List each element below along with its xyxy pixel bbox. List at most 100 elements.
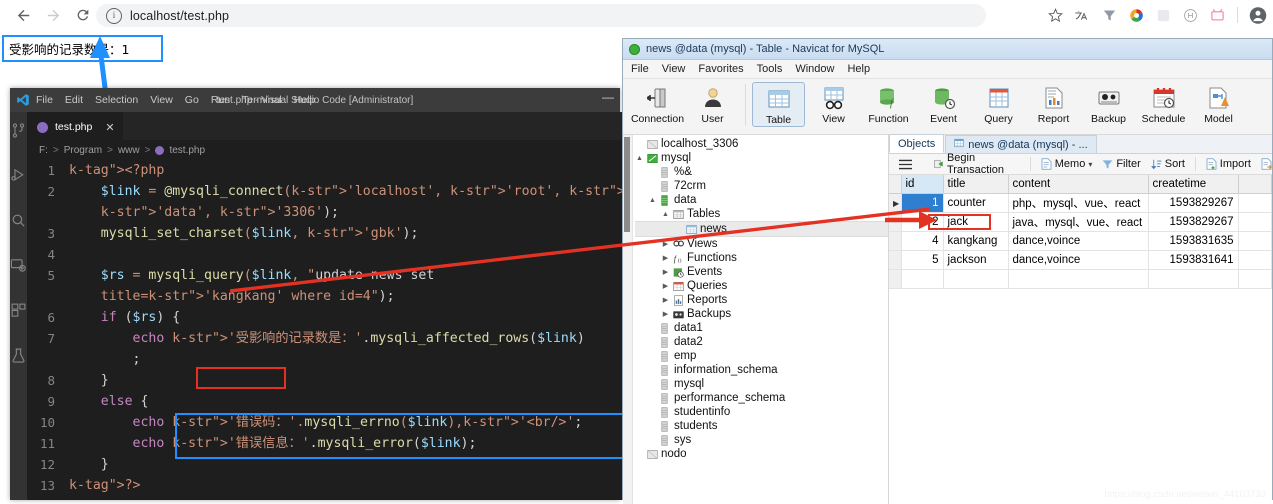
site-info-icon[interactable]: i [106, 7, 122, 24]
forward-arrow-icon[interactable] [40, 2, 66, 28]
column-header-title[interactable]: title [943, 175, 1009, 194]
tree-item-backups[interactable]: ▶ Backups [635, 307, 888, 321]
vscode-menu-terminal[interactable]: Terminal [242, 94, 282, 106]
tree-item-studentinfo[interactable]: studentinfo [635, 405, 888, 419]
tree-item-students[interactable]: students [635, 419, 888, 433]
ribbon-button-report[interactable]: Report [1027, 82, 1080, 125]
tree-item-data1[interactable]: data1 [635, 321, 888, 335]
ribbon-button-backup[interactable]: Backup [1082, 82, 1135, 125]
table-row[interactable]: 5 jackson dance,voince 1593831641 [889, 250, 1272, 270]
row-marker[interactable] [889, 269, 902, 289]
tree-item-tables[interactable]: ▲ Tables [635, 207, 888, 221]
row-marker[interactable] [889, 212, 902, 232]
vscode-menu-file[interactable]: File [36, 94, 53, 106]
filter-button[interactable]: Filter [1102, 158, 1141, 170]
table-row[interactable]: ▶ 1 counter php、mysql、vue、react 1593829267 [889, 193, 1272, 213]
ribbon-button-function[interactable]: f Function [862, 82, 915, 125]
row-marker[interactable] [889, 231, 902, 251]
close-icon[interactable]: ✕ [105, 121, 114, 134]
breadcrumb-seg-2[interactable]: www [118, 145, 140, 156]
tree-item-mysql[interactable]: mysql [635, 377, 888, 391]
vscode-menu-help[interactable]: Help [294, 94, 316, 106]
cell-createtime[interactable]: 1593831635 [1148, 231, 1239, 251]
tree-scrollbar[interactable] [623, 135, 633, 504]
pink-box-icon[interactable] [1208, 6, 1226, 24]
source-control-icon[interactable] [10, 122, 27, 144]
translate-icon[interactable] [1073, 6, 1091, 24]
ribbon-button-connection[interactable]: Connection [631, 82, 684, 125]
search-icon[interactable] [10, 212, 27, 234]
tree-item-data2[interactable]: data2 [635, 335, 888, 349]
cell-title[interactable]: jackson [943, 250, 1009, 270]
tree-expander-icon[interactable]: ▶ [661, 254, 670, 262]
tree-item-reports[interactable]: ▶ Reports [635, 293, 888, 307]
export-button[interactable] [1261, 158, 1272, 170]
tree-expander-icon[interactable]: ▶ [661, 282, 670, 290]
tree-item-performance-schema[interactable]: performance_schema [635, 391, 888, 405]
cell-createtime[interactable]: 1593829267 [1148, 193, 1239, 213]
tree-expander-icon[interactable]: ▶ [661, 240, 670, 248]
cell-createtime[interactable]: 1593831641 [1148, 250, 1239, 270]
vscode-minimize-button[interactable]: — [602, 90, 614, 104]
tree-item-functions[interactable]: ▶ f() Functions [635, 251, 888, 265]
cell-title[interactable]: jack [943, 212, 1009, 232]
cell-content[interactable]: java、mysql、vue、react [1008, 212, 1149, 232]
tree-item-nodo[interactable]: nodo [635, 447, 888, 461]
sort-button[interactable]: Sort [1150, 158, 1185, 170]
tree-item-queries[interactable]: ▶ Queries [635, 279, 888, 293]
breadcrumb-seg-1[interactable]: Program [64, 145, 102, 156]
tree-item-events[interactable]: ▶ Events [635, 265, 888, 279]
vscode-menu-go[interactable]: Go [185, 94, 199, 106]
vscode-menu-view[interactable]: View [150, 94, 173, 106]
import-button[interactable]: Import [1206, 158, 1251, 170]
address-bar[interactable]: i localhost/test.php [96, 4, 986, 27]
cell-title[interactable]: counter [943, 193, 1009, 213]
tree-item-data[interactable]: ▲ data [635, 193, 888, 207]
table-row[interactable]: 2 jack java、mysql、vue、react 1593829267 [889, 212, 1272, 232]
navicat-menu-file[interactable]: File [631, 63, 649, 75]
navicat-menu-favorites[interactable]: Favorites [698, 63, 743, 75]
h-circle-icon[interactable] [1181, 6, 1199, 24]
tree-item-localhost-3306[interactable]: localhost_3306 [635, 137, 888, 151]
cell-content[interactable]: dance,voince [1008, 250, 1149, 270]
ribbon-button-schedule[interactable]: Schedule [1137, 82, 1190, 125]
run-debug-icon[interactable] [10, 167, 27, 189]
cell-id[interactable]: 2 [901, 212, 944, 232]
column-header-createtime[interactable]: createtime [1148, 175, 1239, 194]
ribbon-button-query[interactable]: Query [972, 82, 1025, 125]
table-row-empty[interactable] [889, 269, 1272, 289]
cell-empty[interactable] [943, 269, 1009, 289]
tree-expander-icon[interactable]: ▶ [661, 310, 670, 318]
tree-expander-icon[interactable]: ▶ [661, 296, 670, 304]
vscode-tab-test-php[interactable]: test.php ✕ [27, 112, 123, 141]
tree-item-mysql[interactable]: ▲ mysql [635, 151, 888, 165]
breadcrumb-seg-0[interactable]: F: [39, 145, 48, 156]
navicat-menu-tools[interactable]: Tools [757, 63, 783, 75]
star-icon[interactable] [1046, 6, 1064, 24]
cell-id[interactable]: 5 [901, 250, 944, 270]
cell-id[interactable]: 4 [901, 231, 944, 251]
navicat-menu-help[interactable]: Help [847, 63, 870, 75]
vscode-code-editor[interactable]: 1 k-tag"><?php 2 $link = @mysqli_connect(k… [27, 160, 697, 500]
profile-icon[interactable] [1249, 6, 1267, 24]
memo-button[interactable]: Memo ▾ [1041, 158, 1092, 170]
navicat-menu-view[interactable]: View [662, 63, 686, 75]
tree-expander-icon[interactable]: ▲ [635, 155, 644, 162]
row-marker[interactable]: ▶ [889, 193, 902, 213]
puzzle-icon[interactable] [1154, 6, 1172, 24]
tree-item--[interactable]: %& [635, 165, 888, 179]
tab-news-table[interactable]: news @data (mysql) - ... [945, 135, 1097, 153]
remote-explorer-icon[interactable] [10, 257, 27, 279]
ribbon-button-event[interactable]: Event [917, 82, 970, 125]
tree-item-72crm[interactable]: 72crm [635, 179, 888, 193]
tree-item-news[interactable]: news [635, 221, 888, 237]
begin-transaction-button[interactable]: Begin Transaction [934, 152, 1020, 176]
vscode-menu-selection[interactable]: Selection [95, 94, 138, 106]
cell-createtime[interactable]: 1593829267 [1148, 212, 1239, 232]
reload-icon[interactable] [70, 2, 96, 28]
tree-expander-icon[interactable]: ▲ [648, 197, 657, 204]
funnel-icon[interactable] [1100, 6, 1118, 24]
tab-objects[interactable]: Objects [889, 134, 945, 153]
navicat-connection-tree[interactable]: localhost_3306 ▲ mysql %& 72crm ▲ data ▲ Tables n… [623, 135, 889, 504]
cell-title[interactable]: kangkang [943, 231, 1009, 251]
